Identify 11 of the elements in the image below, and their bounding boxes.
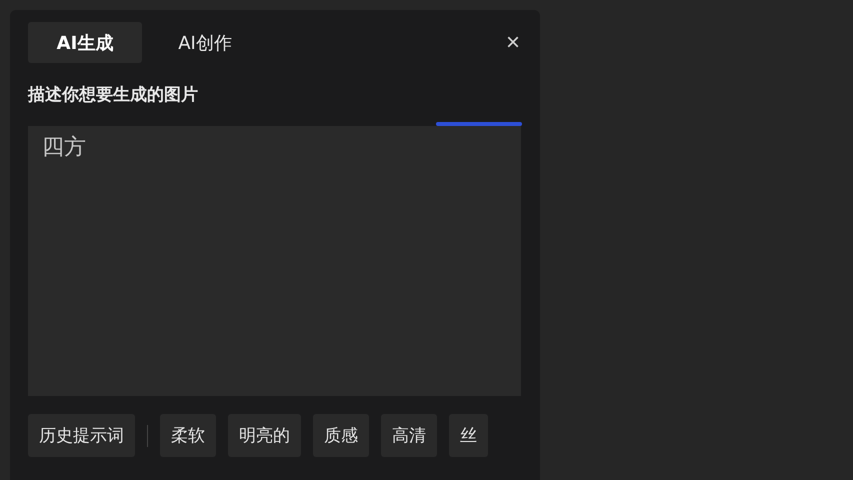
- history-prompts-button[interactable]: 历史提示词: [28, 414, 135, 457]
- prompt-field[interactable]: 四方: [28, 126, 521, 396]
- tab[interactable]: AI创作: [148, 22, 262, 63]
- suggestion-chip[interactable]: 柔软: [160, 414, 216, 457]
- close-button[interactable]: ×: [504, 30, 522, 54]
- suggestion-chip[interactable]: 明亮的: [228, 414, 301, 457]
- suggestion-chip[interactable]: 质感: [313, 414, 369, 457]
- suggestion-chip[interactable]: 高清: [381, 414, 437, 457]
- suggestion-chip[interactable]: 丝: [449, 414, 488, 457]
- prompt-label: 描述你想要生成的图片: [28, 84, 199, 106]
- tab[interactable]: AI生成: [28, 22, 142, 63]
